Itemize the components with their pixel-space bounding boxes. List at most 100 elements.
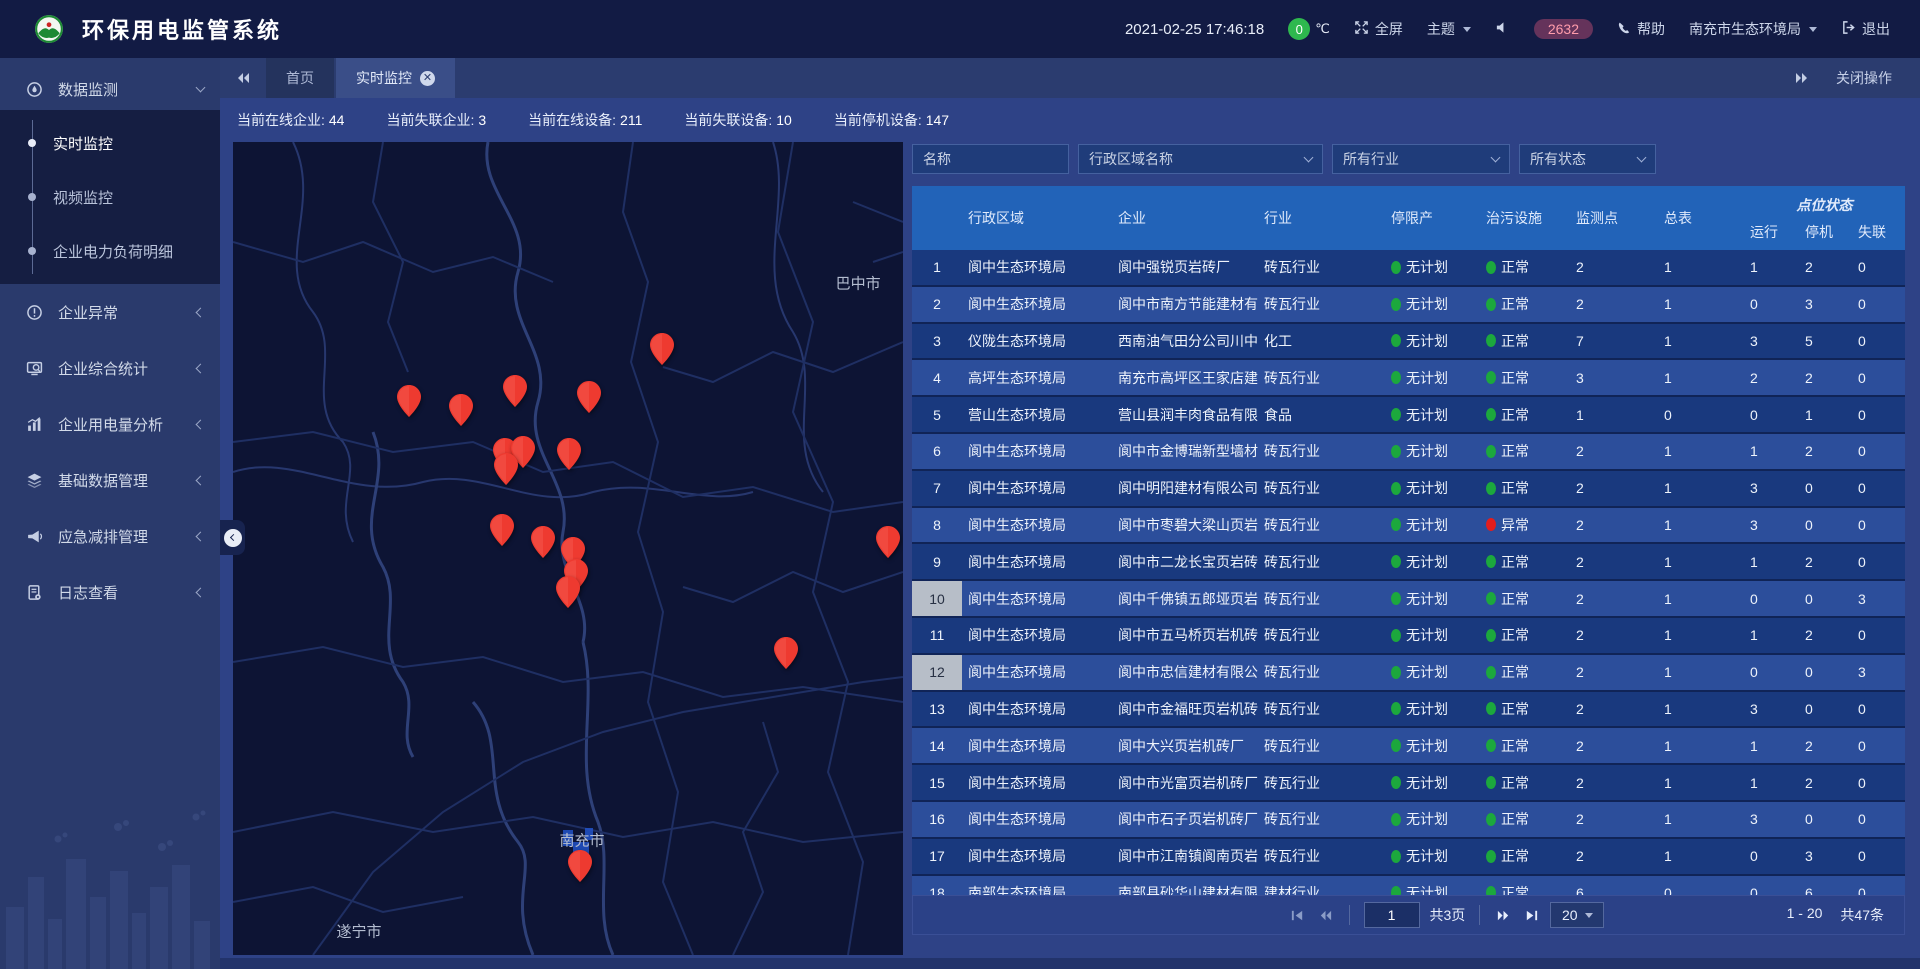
table-row[interactable]: 8阆中生态环境局阆中市枣碧大梁山页岩砖瓦行业无计划异常21300 [912, 508, 1905, 545]
sidebar-item-log-view[interactable]: 日志查看 [0, 564, 220, 620]
table-row[interactable]: 12阆中生态环境局阆中市忠信建材有限公砖瓦行业无计划正常21003 [912, 655, 1905, 692]
table-row[interactable]: 5营山生态环境局营山县润丰肉食品有限食品无计划正常10010 [912, 397, 1905, 434]
cell-company: 阆中明阳建材有限公司 [1112, 471, 1258, 506]
tab-首页[interactable]: 首页 [266, 58, 334, 98]
first-page-button[interactable] [1288, 906, 1306, 924]
table-row[interactable]: 2阆中生态环境局阆中市南方节能建材有砖瓦行业无计划正常21030 [912, 287, 1905, 324]
sidebar-item-base-data[interactable]: 基础数据管理 [0, 452, 220, 508]
sidebar-collapse-button[interactable] [220, 520, 245, 555]
cell-facility-status: 正常 [1480, 802, 1570, 837]
cell-industry: 砖瓦行业 [1258, 802, 1385, 837]
table-row[interactable]: 18南部生态环境局南部县砂华山建材有限建材行业无计划正常60060 [912, 876, 1905, 895]
help-button[interactable]: 帮助 [1617, 19, 1665, 39]
cell-monitor-points: 2 [1570, 728, 1658, 763]
table-row[interactable]: 17阆中生态环境局阆中市江南镇阆南页岩砖瓦行业无计划正常21030 [912, 839, 1905, 876]
row-index: 3 [912, 324, 962, 359]
bottom-strip [220, 958, 1920, 969]
tabs-scroll-right-button[interactable] [1794, 70, 1810, 86]
cell-offline: 0 [1852, 692, 1905, 727]
mute-button[interactable] [1495, 20, 1510, 38]
row-index: 4 [912, 360, 962, 395]
map-pin[interactable] [557, 438, 581, 475]
table-row[interactable]: 13阆中生态环境局阆中市金福旺页岩机砖砖瓦行业无计划正常21300 [912, 692, 1905, 729]
cell-company: 阆中市光富页岩机砖厂 [1112, 765, 1258, 800]
map-pin[interactable] [494, 453, 518, 490]
table-row[interactable]: 3仪陇生态环境局西南油气田分公司川中化工无计划正常71350 [912, 324, 1905, 361]
sidebar-item-power-analysis[interactable]: 企业用电量分析 [0, 396, 220, 452]
fullscreen-button[interactable]: 全屏 [1354, 19, 1403, 39]
map-pin[interactable] [490, 514, 514, 551]
cell-stopped: 2 [1799, 544, 1852, 579]
map-pin[interactable] [397, 385, 421, 422]
alarm-count-badge[interactable]: 2632 [1534, 19, 1593, 39]
monitor-icon [26, 359, 44, 377]
row-index: 11 [912, 618, 962, 653]
map-pin[interactable] [577, 381, 601, 418]
cell-facility-status: 正常 [1480, 434, 1570, 469]
map-pin[interactable] [556, 576, 580, 613]
map-pin[interactable] [774, 637, 798, 674]
bullet-icon [28, 247, 36, 255]
industry-filter-select[interactable]: 所有行业 [1332, 144, 1510, 174]
status-dot-icon [1391, 482, 1401, 495]
table-row[interactable]: 16阆中生态环境局阆中市石子页岩机砖厂砖瓦行业无计划正常21300 [912, 802, 1905, 839]
sidebar-item-emergency-reduction[interactable]: 应急减排管理 [0, 508, 220, 564]
cell-limit-status: 无计划 [1385, 360, 1480, 395]
page-number-input[interactable]: 1 [1363, 902, 1419, 928]
map-pin[interactable] [876, 526, 900, 563]
last-page-button[interactable] [1522, 906, 1540, 924]
cell-facility-status: 正常 [1480, 471, 1570, 506]
sidebar-subitem[interactable]: 视频监控 [0, 170, 220, 224]
logout-button[interactable]: 退出 [1841, 19, 1890, 39]
cell-company: 阆中大兴页岩机砖厂 [1112, 728, 1258, 763]
status-dot-icon [1391, 666, 1401, 679]
map-pin[interactable] [531, 526, 555, 563]
cell-industry: 砖瓦行业 [1258, 434, 1385, 469]
table-row[interactable]: 1阆中生态环境局阆中强锐页岩砖厂砖瓦行业无计划正常21120 [912, 250, 1905, 287]
table-row[interactable]: 9阆中生态环境局阆中市二龙长宝页岩砖砖瓦行业无计划正常21120 [912, 544, 1905, 581]
sidebar-item-data-monitor[interactable]: 数据监测 [0, 58, 220, 110]
cell-limit-status: 无计划 [1385, 839, 1480, 874]
sidebar-subitem[interactable]: 企业电力负荷明细 [0, 224, 220, 278]
sidebar-item-company-abnormal[interactable]: 企业异常 [0, 284, 220, 340]
close-icon[interactable]: ✕ [420, 71, 435, 86]
map-pin[interactable] [568, 850, 592, 887]
next-page-button[interactable] [1494, 906, 1512, 924]
sidebar-item-label: 日志查看 [58, 582, 197, 603]
theme-dropdown[interactable]: 主题 [1427, 19, 1471, 39]
map-pin[interactable] [503, 375, 527, 412]
table-row[interactable]: 6阆中生态环境局阆中市金博瑞新型墙材砖瓦行业无计划正常21120 [912, 434, 1905, 471]
cell-monitor-points: 1 [1570, 397, 1658, 432]
cell-running: 3 [1744, 324, 1799, 359]
table-row[interactable]: 7阆中生态环境局阆中明阳建材有限公司砖瓦行业无计划正常21300 [912, 471, 1905, 508]
cell-company: 营山县润丰肉食品有限 [1112, 397, 1258, 432]
sidebar-subitem[interactable]: 实时监控 [0, 116, 220, 170]
tab-实时监控[interactable]: 实时监控✕ [336, 58, 455, 98]
status-dot-icon [1391, 334, 1401, 347]
table-row[interactable]: 14阆中生态环境局阆中大兴页岩机砖厂砖瓦行业无计划正常21120 [912, 728, 1905, 765]
tabs-scroll-left-button[interactable] [220, 58, 266, 98]
prev-page-button[interactable] [1316, 906, 1334, 924]
cell-industry: 化工 [1258, 324, 1385, 359]
cell-industry: 砖瓦行业 [1258, 618, 1385, 653]
cell-limit-status: 无计划 [1385, 618, 1480, 653]
table-row[interactable]: 10阆中生态环境局阆中千佛镇五郎垭页岩砖瓦行业无计划正常21003 [912, 581, 1905, 618]
status-filter-select[interactable]: 所有状态 [1519, 144, 1656, 174]
status-dot-icon [1391, 298, 1401, 311]
stat-item: 当前失联设备:10 [684, 110, 791, 130]
filter-bar: 行政区域名称 所有行业 所有状态 [912, 144, 1656, 174]
region-filter-select[interactable]: 行政区域名称 [1078, 144, 1323, 174]
table-row[interactable]: 4高坪生态环境局南充市高坪区王家店建砖瓦行业无计划正常31220 [912, 360, 1905, 397]
page-size-select[interactable]: 20 [1550, 902, 1604, 928]
table-row[interactable]: 15阆中生态环境局阆中市光富页岩机砖厂砖瓦行业无计划正常21120 [912, 765, 1905, 802]
map-pin[interactable] [449, 394, 473, 431]
cell-industry: 砖瓦行业 [1258, 655, 1385, 690]
close-operations-dropdown[interactable]: 关闭操作 [1836, 68, 1892, 88]
table-row[interactable]: 11阆中生态环境局阆中市五马桥页岩机砖砖瓦行业无计划正常21120 [912, 618, 1905, 655]
name-filter-input[interactable] [912, 144, 1069, 174]
map-panel[interactable]: 巴中市南充市遂宁市 [233, 142, 903, 955]
cell-company: 南充市高坪区王家店建 [1112, 360, 1258, 395]
sidebar-item-company-statistics[interactable]: 企业综合统计 [0, 340, 220, 396]
user-dropdown[interactable]: 南充市生态环境局 [1689, 19, 1817, 39]
map-pin[interactable] [650, 333, 674, 370]
